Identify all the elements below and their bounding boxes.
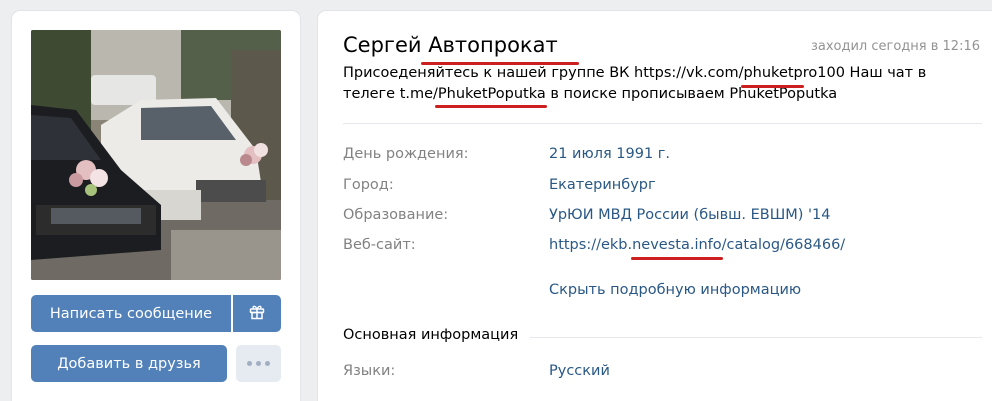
gift-icon bbox=[249, 304, 265, 324]
profile-name: Сергей Автопрокат bbox=[343, 33, 558, 57]
profile-photo-card: Написать сообщение Добавить в друзья bbox=[12, 11, 300, 401]
birthday-label: День рождения: bbox=[343, 146, 469, 162]
website-link[interactable]: https://ekb.nevesta.info/catalog/668466/ bbox=[549, 237, 845, 253]
annotation-underline-website bbox=[631, 257, 723, 260]
website-label: Веб-сайт: bbox=[343, 237, 416, 253]
status-line-1: Присоеденяйтесь к нашей группе ВК https:… bbox=[343, 65, 927, 81]
more-dots-icon bbox=[245, 361, 272, 366]
profile-status: Присоеденяйтесь к нашей группе ВК https:… bbox=[343, 63, 963, 105]
write-message-button[interactable]: Написать сообщение bbox=[31, 295, 231, 332]
annotation-underline-phuketpoputka bbox=[435, 105, 547, 108]
birthday-value[interactable]: 21 июля 1991 г. bbox=[549, 146, 670, 162]
profile-avatar-photo[interactable] bbox=[31, 30, 281, 280]
profile-info-card: Сергей Автопрокат заходил сегодня в 12:1… bbox=[318, 11, 992, 401]
status-line-2: телеге t.me/PhuketPoputka в поиске пропи… bbox=[343, 86, 838, 102]
annotation-underline-phuketpro bbox=[741, 85, 804, 88]
last-seen-status: заходил сегодня в 12:16 bbox=[810, 39, 980, 54]
add-friend-button[interactable]: Добавить в друзья bbox=[31, 345, 227, 382]
main-info-title: Основная информация bbox=[343, 327, 531, 343]
languages-value[interactable]: Русский bbox=[549, 363, 610, 379]
header-divider bbox=[343, 123, 982, 124]
more-actions-button[interactable] bbox=[236, 345, 281, 382]
add-friend-label: Добавить в друзья bbox=[57, 355, 201, 372]
city-value[interactable]: Екатеринбург bbox=[549, 177, 656, 193]
write-message-label: Написать сообщение bbox=[49, 305, 213, 322]
languages-label: Языки: bbox=[343, 363, 396, 379]
hide-details-link[interactable]: Скрыть подробную информацию bbox=[549, 282, 801, 298]
city-label: Город: bbox=[343, 177, 394, 193]
education-label: Образование: bbox=[343, 207, 449, 223]
education-value[interactable]: УрЮИ МВД России (бывш. ЕВШМ) '14 bbox=[549, 207, 830, 223]
send-gift-button[interactable] bbox=[233, 295, 281, 332]
